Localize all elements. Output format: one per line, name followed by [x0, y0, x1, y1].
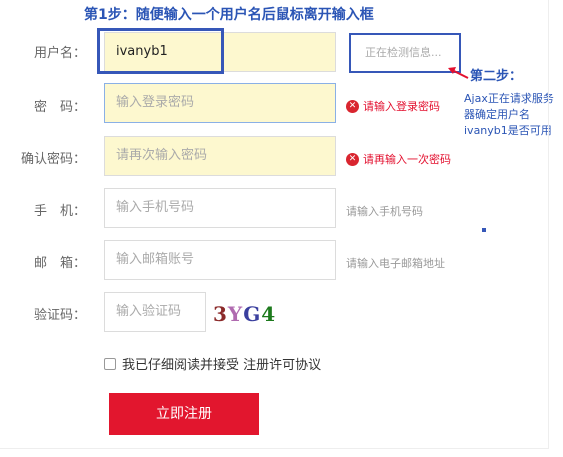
password-error-text: 请输入登录密码: [363, 100, 440, 113]
agreement-row[interactable]: 我已仔细阅读并接受 注册许可协议: [104, 354, 321, 373]
error-x-icon: ✕: [346, 99, 359, 113]
email-label: 邮 箱：: [33, 256, 86, 271]
captcha-char: G: [243, 302, 262, 326]
right-divider: [548, 0, 549, 449]
phone-hint: 请输入手机号码: [346, 205, 423, 218]
register-button[interactable]: 立即注册: [109, 393, 259, 435]
step2-annotation: 第二步：: [470, 69, 523, 84]
confirm-password-input[interactable]: 请再次输入密码: [104, 136, 336, 176]
confirm-error-text: 请再输入一次密码: [363, 153, 451, 166]
password-label: 密 码：: [33, 100, 86, 115]
phone-input[interactable]: 输入手机号码: [104, 188, 336, 228]
bottom-divider: [0, 448, 548, 449]
red-arrow-icon: [448, 67, 469, 79]
step1-annotation: 第1步：随便输入一个用户名后鼠标离开输入框: [84, 7, 374, 23]
email-input[interactable]: 输入邮箱账号: [104, 240, 336, 280]
decorative-dot: [482, 228, 486, 232]
username-highlight-box: [97, 28, 224, 74]
captcha-input[interactable]: 输入验证码: [104, 292, 206, 332]
password-error: ✕ 请输入登录密码: [346, 98, 440, 114]
captcha-image[interactable]: 3YG4: [213, 302, 276, 326]
confirm-error: ✕ 请再输入一次密码: [346, 151, 451, 167]
agree-text: 我已仔细阅读并接受 注册许可协议: [122, 358, 322, 373]
email-hint: 请输入电子邮箱地址: [346, 257, 445, 270]
captcha-char: Y: [227, 302, 244, 326]
phone-label: 手 机：: [33, 204, 86, 219]
captcha-char: 3: [213, 302, 228, 326]
password-input[interactable]: 输入登录密码: [104, 83, 336, 123]
username-checking-status: 正在检测信息...: [349, 33, 461, 73]
agree-checkbox[interactable]: [104, 357, 116, 370]
username-label: 用户名：: [33, 46, 86, 61]
captcha-label: 验证码：: [33, 308, 86, 323]
confirm-label: 确认密码：: [20, 152, 86, 167]
captcha-char: 4: [261, 302, 277, 326]
error-x-icon: ✕: [346, 152, 359, 166]
